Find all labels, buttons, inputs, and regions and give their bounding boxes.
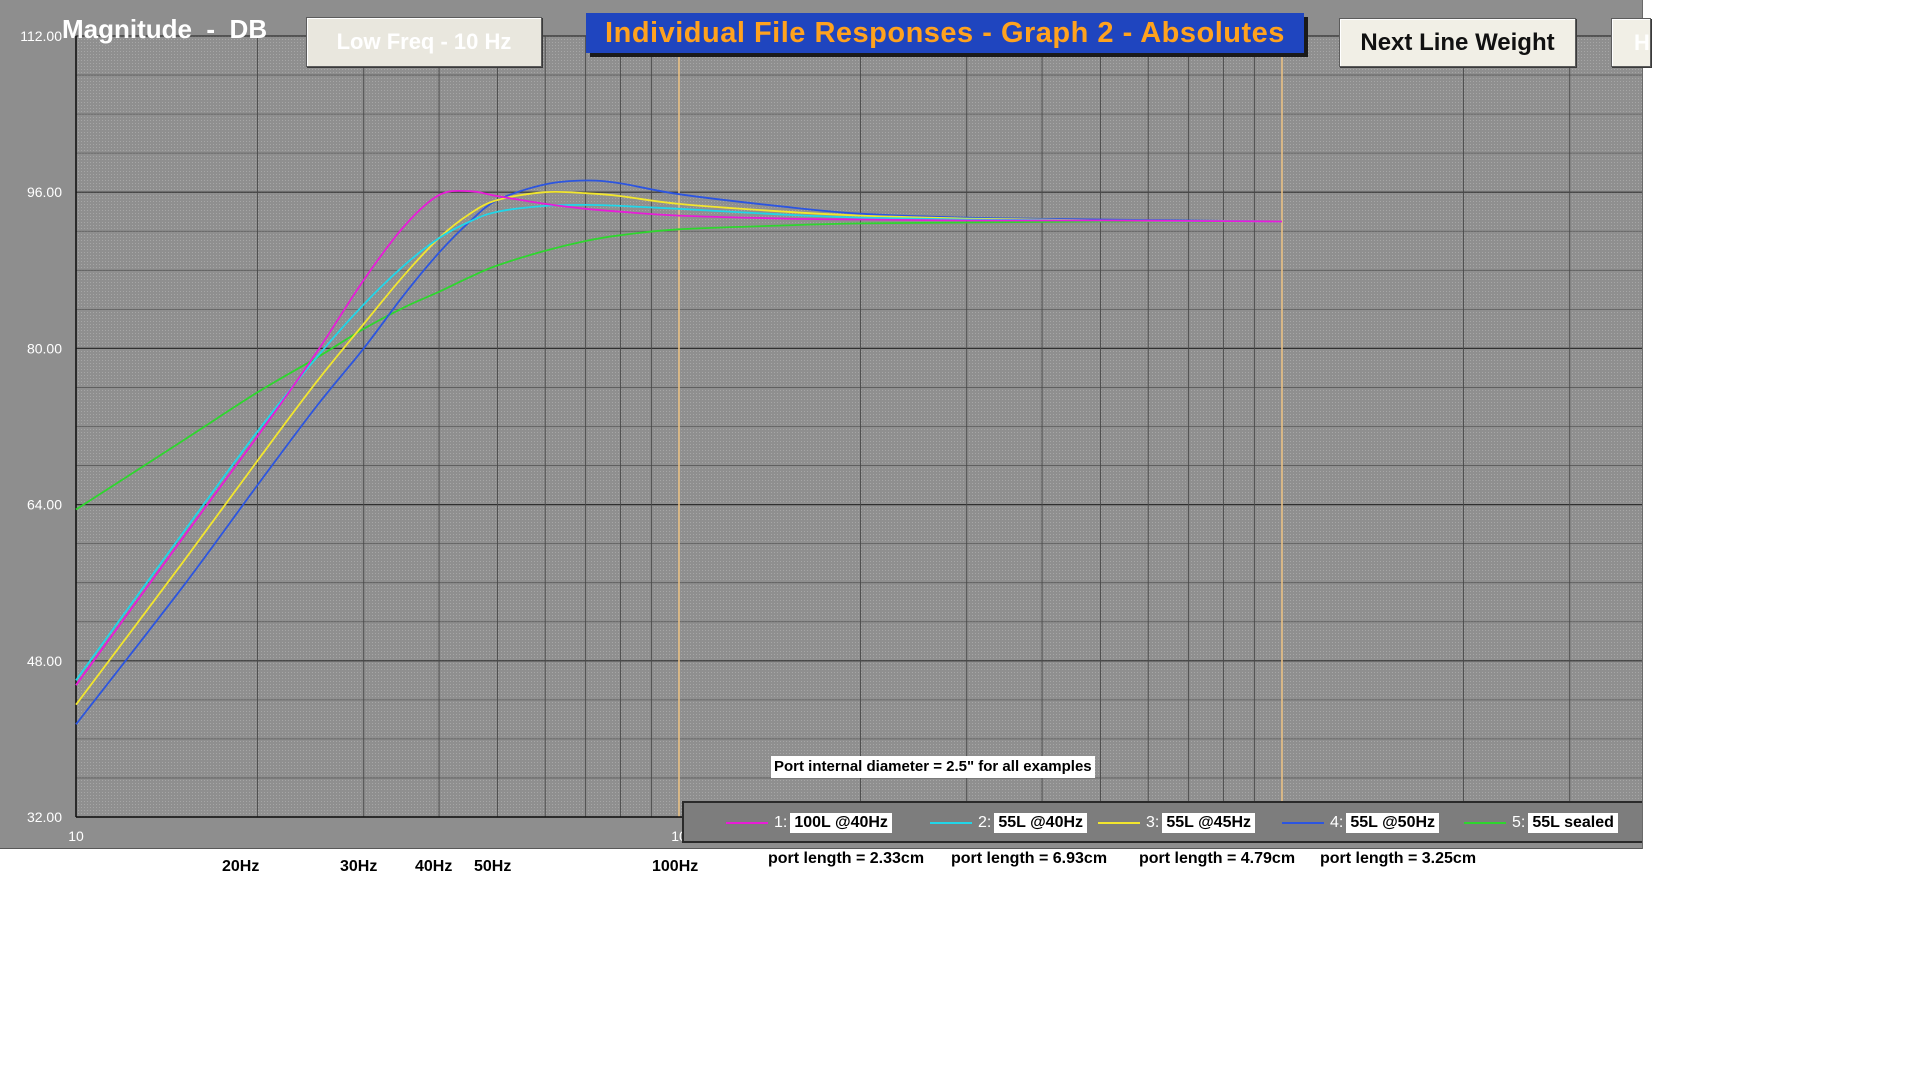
x-label-100hz: 100Hz <box>652 858 699 875</box>
x-tick-label: 10 <box>68 828 84 844</box>
y-tick-label: 64.00 <box>27 497 62 513</box>
legend-label: 55L @40Hz <box>994 813 1088 833</box>
response-chart: 112.0096.0080.0064.0048.0032.0010 10 <box>0 28 1642 849</box>
x-label-30hz: 30Hz <box>340 858 378 875</box>
legend-item-5: 5: 55L sealed <box>1464 811 1618 835</box>
legend-number: 3: <box>1146 814 1160 831</box>
port-diameter-note: Port internal diameter = 2.5" for all ex… <box>771 756 1095 778</box>
legend-swatch <box>726 822 768 824</box>
y-axis-title: Magnitude - DB <box>62 14 268 44</box>
legend-item-4: 4: 55L @50Hz <box>1282 811 1440 835</box>
legend-swatch <box>930 822 972 824</box>
legend-number: 2: <box>978 814 992 831</box>
y-tick-label: 32.00 <box>27 809 62 825</box>
graph-title: Individual File Responses - Graph 2 - Ab… <box>586 13 1304 53</box>
graph-panel: 112.00 96.00 80.00 64.00 48.00 32.00 10 10 Magn… <box>0 0 1651 849</box>
legend-number: 4: <box>1330 814 1344 831</box>
legend-item-1: 1: 100L @40Hz <box>726 811 892 835</box>
y-tick-label: 80.00 <box>27 340 62 356</box>
x-label-20hz: 20Hz <box>222 858 260 875</box>
legend-label: 100L @40Hz <box>790 813 892 833</box>
x-label-50hz: 50Hz <box>474 858 512 875</box>
partial-toolbar-button[interactable]: H <box>1611 18 1651 67</box>
legend-swatch <box>1098 822 1140 824</box>
legend-swatch <box>1282 822 1324 824</box>
x-label-40hz: 40Hz <box>415 858 453 875</box>
y-tick-label: 112.00 <box>20 28 62 44</box>
port-length-4: port length = 3.25cm <box>1320 850 1477 867</box>
legend-item-2: 2: 55L @40Hz <box>930 811 1088 835</box>
port-length-1: port length = 2.33cm <box>768 850 925 867</box>
port-length-2: port length = 6.93cm <box>951 850 1108 867</box>
legend: 1: 100L @40Hz 2: 55L @40Hz 3: 55L @45Hz … <box>682 801 1642 843</box>
legend-swatch <box>1464 822 1506 824</box>
low-freq-button[interactable]: Low Freq - 10 Hz <box>306 17 542 67</box>
legend-label: 55L @45Hz <box>1162 813 1256 833</box>
legend-item-3: 3: 55L @45Hz <box>1098 811 1256 835</box>
legend-label: 55L @50Hz <box>1346 813 1440 833</box>
y-tick-label: 48.00 <box>27 653 62 669</box>
legend-number: 1: <box>774 814 788 831</box>
port-length-3: port length = 4.79cm <box>1139 850 1296 867</box>
y-tick-label: 96.00 <box>27 184 62 200</box>
next-line-weight-button[interactable]: Next Line Weight <box>1339 18 1576 67</box>
legend-number: 5: <box>1512 814 1526 831</box>
legend-label: 55L sealed <box>1528 813 1618 833</box>
